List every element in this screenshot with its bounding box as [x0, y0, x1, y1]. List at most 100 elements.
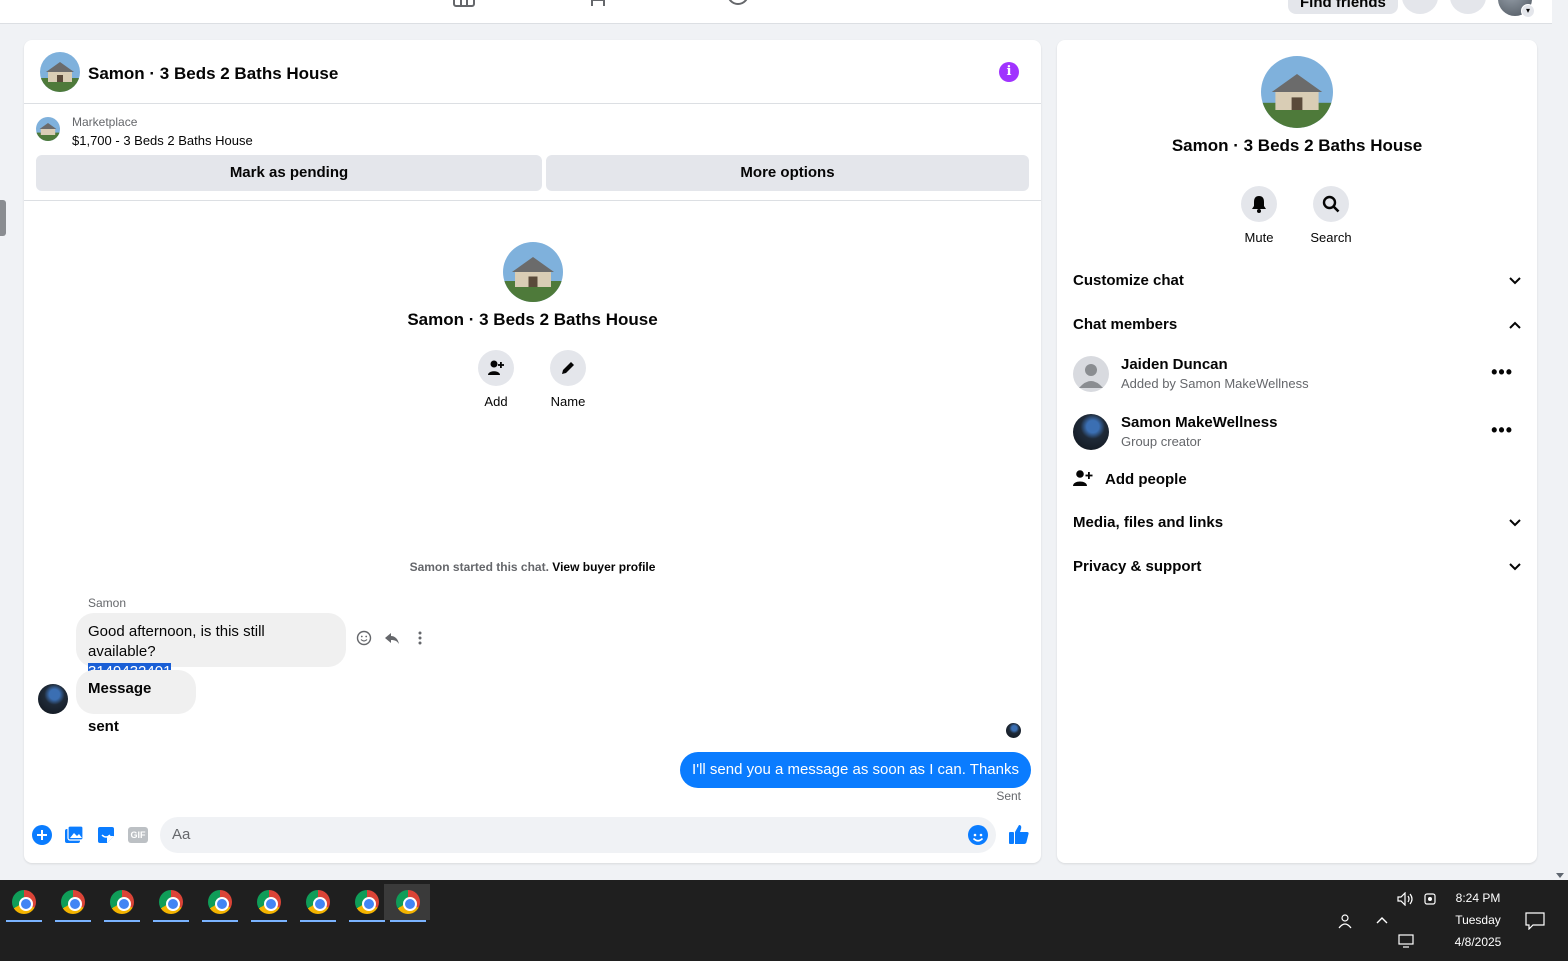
pencil-icon[interactable]: [550, 350, 586, 386]
chat-started-notice: Samon started this chat. View buyer prof…: [24, 560, 1041, 574]
plus-icon[interactable]: [32, 825, 52, 845]
marketplace-listing-bar: Marketplace $1,700 - 3 Beds 2 Baths Hous…: [24, 104, 1041, 201]
view-buyer-profile-link[interactable]: View buyer profile: [552, 560, 655, 574]
chat-members-section[interactable]: Chat members: [1073, 309, 1521, 341]
sticker-icon[interactable]: [96, 825, 116, 845]
react-emoji-icon[interactable]: [356, 630, 372, 646]
member-subtitle: Group creator: [1121, 434, 1202, 449]
member-avatar: [1073, 414, 1109, 450]
mark-as-pending-button[interactable]: Mark as pending: [36, 155, 542, 191]
groups-nav-icon[interactable]: [590, 0, 614, 8]
listing-thumbnail[interactable]: [36, 117, 60, 141]
chevron-down-icon: ▾: [1521, 4, 1535, 18]
network-icon[interactable]: [1398, 934, 1414, 948]
group-photo[interactable]: [1261, 56, 1333, 128]
clock-date[interactable]: 4/8/2025: [1446, 935, 1510, 949]
sender-name: Samon: [88, 596, 127, 610]
member-row[interactable]: Samon MakeWellness Group creator •••: [1073, 414, 1521, 458]
collapsed-sidebar-handle[interactable]: [0, 200, 6, 236]
add-person-icon: [1073, 470, 1093, 486]
chat-title: Samon · 3 Beds 2 Baths House: [88, 64, 339, 83]
member-subtitle: Added by Samon MakeWellness: [1121, 376, 1309, 391]
media-files-links-section[interactable]: Media, files and links: [1073, 507, 1521, 539]
chrome-taskbar-icon[interactable]: [294, 884, 340, 922]
more-horizontal-icon[interactable]: •••: [1491, 362, 1513, 383]
add-label: Add: [484, 394, 508, 409]
speaker-icon[interactable]: [1397, 892, 1415, 906]
notifications-icon[interactable]: [1450, 0, 1486, 14]
group-avatar[interactable]: [40, 52, 80, 92]
find-friends-button[interactable]: Find friends: [1288, 0, 1398, 14]
more-vertical-icon[interactable]: [412, 630, 428, 646]
member-name: Samon MakeWellness: [1121, 414, 1278, 431]
chrome-taskbar-icon[interactable]: [49, 884, 95, 922]
reply-icon[interactable]: [384, 630, 400, 646]
incoming-message[interactable]: Good afternoon, is this still available?…: [76, 613, 346, 680]
member-name: Jaiden Duncan: [1121, 356, 1228, 373]
clock-time[interactable]: 8:24 PM: [1446, 891, 1510, 905]
privacy-label: Privacy & support: [1073, 558, 1202, 575]
clock-day[interactable]: Tuesday: [1446, 913, 1510, 927]
marketplace-label: Marketplace: [72, 115, 138, 129]
more-options-button[interactable]: More options: [546, 155, 1029, 191]
chevron-up-icon[interactable]: [1376, 915, 1388, 925]
mute-action[interactable]: Mute: [1229, 186, 1289, 245]
outgoing-message[interactable]: I'll send you a message as soon as I can…: [680, 752, 1031, 788]
photo-icon[interactable]: [64, 825, 84, 845]
more-horizontal-icon[interactable]: •••: [1491, 420, 1513, 441]
intro-title: Samon · 3 Beds 2 Baths House: [407, 310, 658, 329]
chrome-taskbar-icon[interactable]: [343, 884, 389, 922]
gif-icon[interactable]: GIF: [128, 827, 148, 843]
listing-title[interactable]: $1,700 - 3 Beds 2 Baths House: [72, 133, 253, 148]
sender-avatar[interactable]: [38, 684, 68, 714]
incoming-message[interactable]: Message sent: [76, 670, 196, 735]
chevron-down-icon: [1509, 563, 1521, 571]
add-people-label: Add people: [1105, 471, 1187, 488]
chevron-up-icon: [1509, 321, 1521, 329]
scroll-down-arrow[interactable]: [1556, 873, 1564, 878]
marketplace-nav-icon[interactable]: [452, 0, 476, 8]
chat-members-label: Chat members: [1073, 316, 1178, 333]
menu-grid-icon[interactable]: [1402, 0, 1438, 14]
chat-info-panel: Samon · 3 Beds 2 Baths House Mute Search…: [1057, 40, 1537, 863]
chrome-taskbar-icon[interactable]: [147, 884, 193, 922]
media-label: Media, files and links: [1073, 514, 1224, 531]
chat-header: Samon · 3 Beds 2 Baths House i: [24, 40, 1041, 104]
people-icon[interactable]: [1338, 913, 1354, 929]
started-text: Samon started this chat.: [409, 560, 549, 574]
group-name: Samon · 3 Beds 2 Baths House: [1171, 136, 1423, 155]
chrome-taskbar-icon[interactable]: [196, 884, 242, 922]
emoji-icon[interactable]: [968, 825, 988, 845]
action-center-icon[interactable]: [1525, 912, 1545, 930]
profile-nav-icon[interactable]: [726, 0, 750, 8]
info-icon[interactable]: i: [999, 62, 1019, 82]
thumbs-up-icon[interactable]: [1008, 823, 1030, 845]
member-row[interactable]: Jaiden Duncan Added by Samon MakeWellnes…: [1073, 356, 1521, 400]
search-icon[interactable]: [1313, 186, 1349, 222]
message-composer: GIF Aa: [24, 815, 1041, 863]
customize-chat-section[interactable]: Customize chat: [1073, 265, 1521, 297]
account-avatar[interactable]: ▾: [1498, 0, 1535, 18]
search-label: Search: [1310, 230, 1352, 245]
name-label: Name: [550, 394, 586, 409]
chevron-down-icon: [1509, 277, 1521, 285]
add-person-icon[interactable]: [478, 350, 514, 386]
message-actions: [356, 630, 428, 646]
sent-status: Sent: [996, 789, 1021, 803]
add-people-button[interactable]: Add people: [1073, 468, 1187, 492]
message-input[interactable]: Aa: [160, 817, 996, 853]
chrome-taskbar-icon[interactable]: [0, 884, 46, 922]
camera-icon[interactable]: [1424, 892, 1436, 906]
chrome-taskbar-icon-active[interactable]: [384, 884, 430, 922]
top-navigation: Find friends ▾: [0, 0, 1552, 24]
input-placeholder: Aa: [172, 826, 191, 843]
search-action[interactable]: Search: [1301, 186, 1361, 245]
chrome-taskbar-icon[interactable]: [245, 884, 291, 922]
chat-intro-avatar: [503, 242, 563, 302]
rename-action[interactable]: Name: [538, 350, 598, 409]
privacy-support-section[interactable]: Privacy & support: [1073, 551, 1521, 583]
page-scrollbar[interactable]: [1552, 24, 1568, 880]
bell-icon[interactable]: [1241, 186, 1277, 222]
chrome-taskbar-icon[interactable]: [98, 884, 144, 922]
add-member-action[interactable]: Add: [466, 350, 526, 409]
